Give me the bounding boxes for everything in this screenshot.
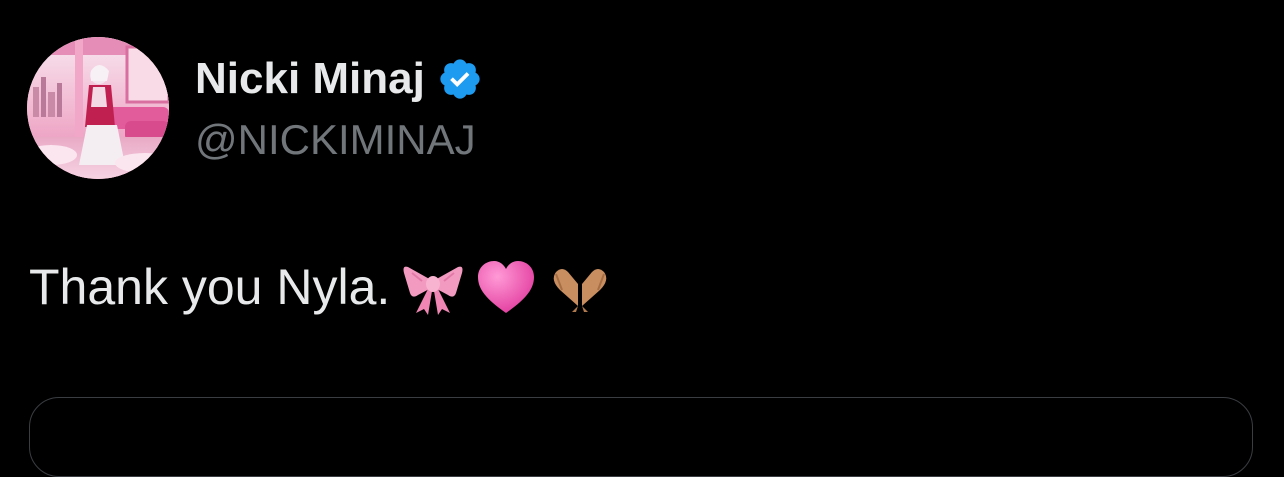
tweet-text: Thank you Nyla. xyxy=(29,258,612,316)
verified-badge-icon xyxy=(437,56,483,102)
quoted-tweet-card[interactable] xyxy=(29,397,1253,477)
name-row: Nicki Minaj xyxy=(195,50,483,108)
user-handle[interactable]: @NICKIMINAJ xyxy=(195,116,483,164)
pink-heart-emoji-icon xyxy=(476,259,536,315)
author-block: Nicki Minaj @NICKIMINAJ xyxy=(195,50,483,164)
tweet-body: Thank you Nyla. xyxy=(29,259,391,315)
avatar-image xyxy=(27,37,169,179)
tweet: Nicki Minaj @NICKIMINAJ Thank you Nyla. xyxy=(0,0,1284,477)
display-name[interactable]: Nicki Minaj xyxy=(195,54,425,104)
avatar[interactable] xyxy=(27,37,169,179)
ribbon-emoji-icon xyxy=(402,259,464,315)
heart-hands-emoji-icon xyxy=(548,260,612,314)
